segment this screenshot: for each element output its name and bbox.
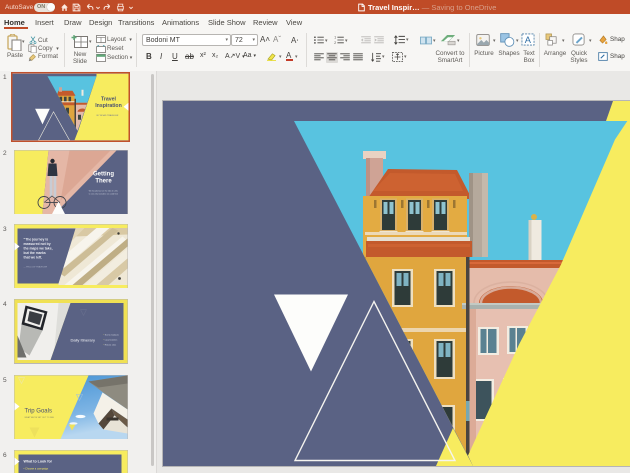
svg-text:WHAT WE'VE SET OUT TO SEE: WHAT WE'VE SET OUT TO SEE bbox=[24, 416, 54, 419]
svg-text:to see what wonders we could f: to see what wonders we could find. bbox=[88, 192, 118, 195]
svg-text:• Local eateries: • Local eateries bbox=[103, 339, 117, 342]
svg-text:Inspiration: Inspiration bbox=[95, 102, 122, 108]
svg-text:measured not by: measured not by bbox=[23, 242, 50, 246]
svg-text:• Historic sites: • Historic sites bbox=[103, 344, 116, 347]
svg-text:What to Look for: What to Look for bbox=[23, 460, 52, 464]
svg-text:We headed out on the ride of a: We headed out on the ride of a life, bbox=[88, 189, 118, 192]
svg-text:• Choose a campaign: • Choose a campaign bbox=[23, 467, 48, 471]
svg-text:the maps we take,: the maps we take, bbox=[23, 246, 52, 250]
svg-text:Trip Goals: Trip Goals bbox=[24, 408, 51, 414]
svg-text:There: There bbox=[95, 178, 112, 184]
svg-text:but the marks: but the marks bbox=[23, 251, 45, 255]
svg-text:— FELLOW TRAVELER: — FELLOW TRAVELER bbox=[23, 265, 47, 268]
svg-text:BY ROAD TRAVELER: BY ROAD TRAVELER bbox=[96, 113, 118, 116]
svg-text:A: A bbox=[525, 35, 532, 45]
svg-text:Travel: Travel bbox=[101, 96, 117, 102]
svg-text:• Scenic lookouts: • Scenic lookouts bbox=[103, 334, 118, 337]
svg-text:“The journey is: “The journey is bbox=[23, 237, 48, 241]
svg-text:2: 2 bbox=[334, 41, 336, 44]
svg-text:Getting: Getting bbox=[93, 171, 114, 177]
svg-text:Daily Itinerary: Daily Itinerary bbox=[70, 338, 94, 343]
svg-text:that we left.: that we left. bbox=[23, 255, 42, 259]
svg-text:1: 1 bbox=[334, 36, 336, 40]
